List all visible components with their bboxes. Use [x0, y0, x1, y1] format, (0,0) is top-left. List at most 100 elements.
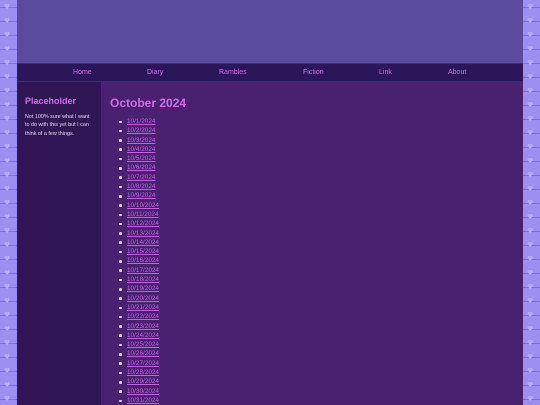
heart-icon: ♥ — [527, 101, 534, 109]
list-item: 10/12/2024 — [119, 219, 159, 228]
date-entry-link[interactable]: 10/7/2024 — [127, 174, 155, 181]
date-entry-link[interactable]: 10/3/2024 — [127, 137, 155, 144]
date-entry-link[interactable]: 10/31/2024 — [127, 397, 159, 404]
heart-icon: ♥ — [4, 353, 11, 361]
heart-icon: ♥ — [4, 185, 11, 193]
heart-icon: ♥ — [527, 115, 534, 123]
list-item: 10/21/2024 — [119, 303, 159, 312]
list-item: 10/2/2024 — [119, 126, 159, 135]
list-item: 10/20/2024 — [119, 294, 159, 303]
main-content: October 2024 10/1/2024 10/2/2024 10/3/2024… — [101, 82, 523, 405]
heart-icon: ♥ — [4, 241, 11, 249]
date-list: 10/1/2024 10/2/2024 10/3/2024 10/4/2024 10/5… — [111, 117, 159, 405]
sidebar: Placeholder Not 100% sure what I want to… — [17, 82, 101, 405]
heart-icon: ♥ — [527, 241, 534, 249]
nav-rambles-link[interactable]: Rambles — [219, 69, 247, 76]
heart-icon: ♥ — [4, 311, 11, 319]
heart-icon: ♥ — [527, 353, 534, 361]
heart-icon: ♥ — [4, 101, 11, 109]
date-entry-link[interactable]: 10/16/2024 — [127, 257, 159, 264]
date-entry-link[interactable]: 10/10/2024 — [127, 202, 159, 209]
heart-icon: ♥ — [527, 227, 534, 235]
list-item: 10/19/2024 — [119, 284, 159, 293]
heart-icon: ♥ — [4, 59, 11, 67]
heart-icon: ♥ — [4, 199, 11, 207]
list-item: 10/4/2024 — [119, 145, 159, 154]
heart-icon: ♥ — [527, 311, 534, 319]
heart-icon: ♥ — [527, 339, 534, 347]
date-entry-link[interactable]: 10/18/2024 — [127, 276, 159, 283]
list-item: 10/13/2024 — [119, 229, 159, 238]
heart-icon: ♥ — [527, 395, 534, 403]
list-item: 10/9/2024 — [119, 191, 159, 200]
date-entry-link[interactable]: 10/14/2024 — [127, 239, 159, 246]
heart-icon: ♥ — [4, 367, 11, 375]
date-entry-link[interactable]: 10/21/2024 — [127, 304, 159, 311]
nav-about-link[interactable]: About — [448, 69, 466, 76]
date-entry-link[interactable]: 10/17/2024 — [127, 267, 159, 274]
date-entry-link[interactable]: 10/11/2024 — [127, 211, 159, 218]
list-item: 10/14/2024 — [119, 238, 159, 247]
list-item: 10/26/2024 — [119, 349, 159, 358]
date-entry-link[interactable]: 10/9/2024 — [127, 192, 155, 199]
heart-icon: ♥ — [4, 381, 11, 389]
date-entry-link[interactable]: 10/29/2024 — [127, 378, 159, 385]
date-entry-link[interactable]: 10/12/2024 — [127, 220, 159, 227]
date-entry-link[interactable]: 10/19/2024 — [127, 285, 159, 292]
heart-icon: ♥ — [527, 325, 534, 333]
heart-icon: ♥ — [4, 269, 11, 277]
heart-icon: ♥ — [527, 143, 534, 151]
heart-icon: ♥ — [527, 129, 534, 137]
list-item: 10/17/2024 — [119, 266, 159, 275]
date-entry-link[interactable]: 10/20/2024 — [127, 295, 159, 302]
list-item: 10/3/2024 — [119, 136, 159, 145]
list-item: 10/23/2024 — [119, 322, 159, 331]
page-container: Home Diary Rambles Fiction Link About Pl… — [17, 0, 523, 405]
nav-fiction-link[interactable]: Fiction — [303, 69, 324, 76]
list-item: 10/16/2024 — [119, 256, 159, 265]
main-navigation: Home Diary Rambles Fiction Link About — [17, 63, 523, 82]
date-entry-link[interactable]: 10/27/2024 — [127, 360, 159, 367]
heart-icon: ♥ — [4, 143, 11, 151]
heart-icon: ♥ — [527, 283, 534, 291]
heart-icon: ♥ — [527, 297, 534, 305]
list-item: 10/1/2024 — [119, 117, 159, 126]
heart-icon: ♥ — [527, 157, 534, 165]
heart-icon: ♥ — [4, 171, 11, 179]
date-entry-link[interactable]: 10/15/2024 — [127, 248, 159, 255]
heart-icon: ♥ — [527, 269, 534, 277]
date-entry-link[interactable]: 10/8/2024 — [127, 183, 155, 190]
sidebar-text: Not 100% sure what I want to do with thi… — [25, 114, 90, 137]
date-entry-link[interactable]: 10/2/2024 — [127, 127, 155, 134]
nav-link-link[interactable]: Link — [379, 69, 392, 76]
date-entry-link[interactable]: 10/22/2024 — [127, 313, 159, 320]
date-entry-link[interactable]: 10/30/2024 — [127, 388, 159, 395]
date-entry-link[interactable]: 10/25/2024 — [127, 341, 159, 348]
date-entry-link[interactable]: 10/24/2024 — [127, 332, 159, 339]
nav-home-link[interactable]: Home — [73, 69, 92, 76]
list-item: 10/11/2024 — [119, 210, 159, 219]
date-entry-link[interactable]: 10/4/2024 — [127, 146, 155, 153]
date-entry-link[interactable]: 10/6/2024 — [127, 164, 155, 171]
list-item: 10/8/2024 — [119, 182, 159, 191]
date-entry-link[interactable]: 10/13/2024 — [127, 230, 159, 237]
list-item: 10/10/2024 — [119, 201, 159, 210]
heart-icon: ♥ — [4, 325, 11, 333]
heart-icon: ♥ — [527, 3, 534, 11]
heart-icon: ♥ — [527, 87, 534, 95]
date-entry-link[interactable]: 10/26/2024 — [127, 350, 159, 357]
heart-icon: ♥ — [4, 395, 11, 403]
list-item: 10/18/2024 — [119, 275, 159, 284]
heart-icon: ♥ — [4, 73, 11, 81]
heart-icon: ♥ — [4, 115, 11, 123]
header-banner — [17, 0, 523, 63]
heart-icon: ♥ — [527, 171, 534, 179]
heart-icon: ♥ — [527, 73, 534, 81]
nav-diary-link[interactable]: Diary — [147, 69, 163, 76]
heart-icon: ♥ — [4, 255, 11, 263]
date-entry-link[interactable]: 10/23/2024 — [127, 323, 159, 330]
date-entry-link[interactable]: 10/28/2024 — [127, 369, 159, 376]
heart-icon: ♥ — [4, 213, 11, 221]
date-entry-link[interactable]: 10/5/2024 — [127, 155, 155, 162]
date-entry-link[interactable]: 10/1/2024 — [127, 118, 155, 125]
